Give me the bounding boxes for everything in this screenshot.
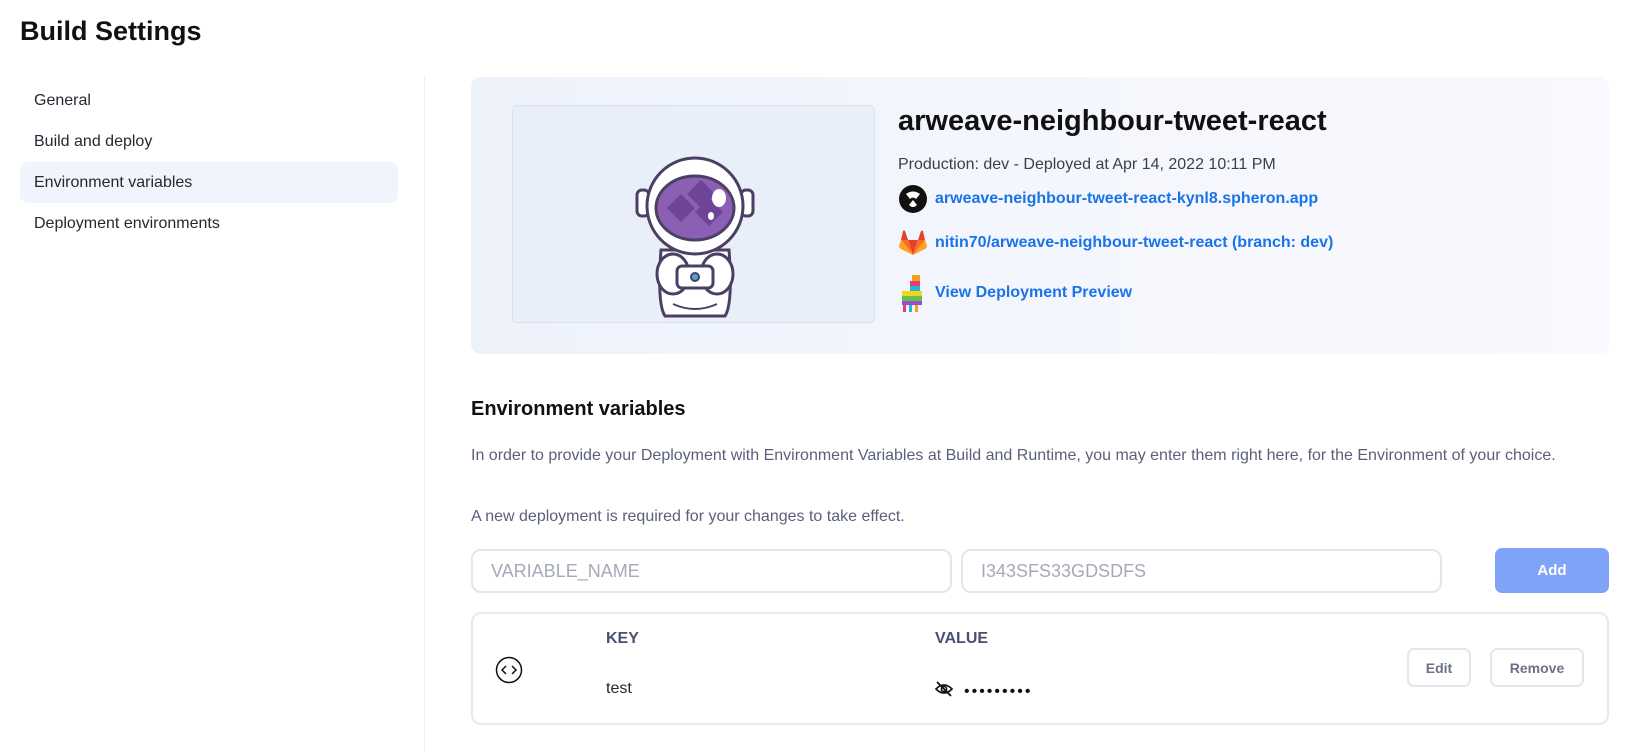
edit-variable-button[interactable]: Edit: [1407, 648, 1471, 687]
production-deploy-info: Production: dev - Deployed at Apr 14, 20…: [898, 156, 1276, 173]
env-row-key: test: [606, 680, 632, 697]
spheron-logo-icon: [898, 184, 927, 213]
masked-value: •••••••••: [964, 682, 1033, 700]
env-section-note: A new deployment is required for your ch…: [471, 508, 905, 525]
env-variables-table: KEY VALUE test ••••••••• Edit Remove: [471, 612, 1609, 725]
env-section-title: Environment variables: [471, 398, 686, 420]
sidebar-item-environment-variables[interactable]: Environment variables: [20, 162, 398, 203]
view-deployment-preview-link[interactable]: View Deployment Preview: [935, 284, 1132, 302]
variable-value-input[interactable]: [961, 549, 1442, 593]
astronaut-illustration: [635, 156, 755, 318]
domain-link[interactable]: arweave-neighbour-tweet-react-kynl8.sphe…: [935, 190, 1318, 208]
gitlab-icon: [898, 228, 927, 257]
preview-link-row: View Deployment Preview: [898, 273, 1132, 313]
add-variable-button[interactable]: Add: [1495, 548, 1609, 593]
sidebar-item-build-and-deploy[interactable]: Build and deploy: [20, 121, 398, 162]
llama-pinata-icon: [898, 273, 927, 313]
sidebar-item-deployment-environments[interactable]: Deployment environments: [20, 203, 398, 244]
remove-variable-button[interactable]: Remove: [1490, 648, 1584, 687]
env-row-value: •••••••••: [934, 680, 1033, 703]
project-card: arweave-neighbour-tweet-react Production…: [471, 77, 1609, 354]
key-column-header: KEY: [606, 630, 639, 647]
repo-link[interactable]: nitin70/arweave-neighbour-tweet-react (b…: [935, 234, 1333, 252]
sidebar-item-general[interactable]: General: [20, 80, 398, 121]
settings-sidebar: General Build and deploy Environment var…: [20, 80, 398, 244]
sidebar-divider: [424, 75, 425, 752]
value-column-header: VALUE: [935, 630, 989, 647]
variable-name-input[interactable]: [471, 549, 952, 593]
repo-link-row: nitin70/arweave-neighbour-tweet-react (b…: [898, 228, 1333, 257]
project-thumbnail: [512, 105, 875, 323]
eye-off-icon[interactable]: [934, 680, 954, 703]
env-section-description: In order to provide your Deployment with…: [471, 447, 1556, 464]
domain-link-row: arweave-neighbour-tweet-react-kynl8.sphe…: [898, 184, 1318, 213]
project-name: arweave-neighbour-tweet-react: [898, 105, 1327, 137]
code-brackets-icon: [495, 656, 523, 684]
page-title: Build Settings: [20, 16, 202, 46]
